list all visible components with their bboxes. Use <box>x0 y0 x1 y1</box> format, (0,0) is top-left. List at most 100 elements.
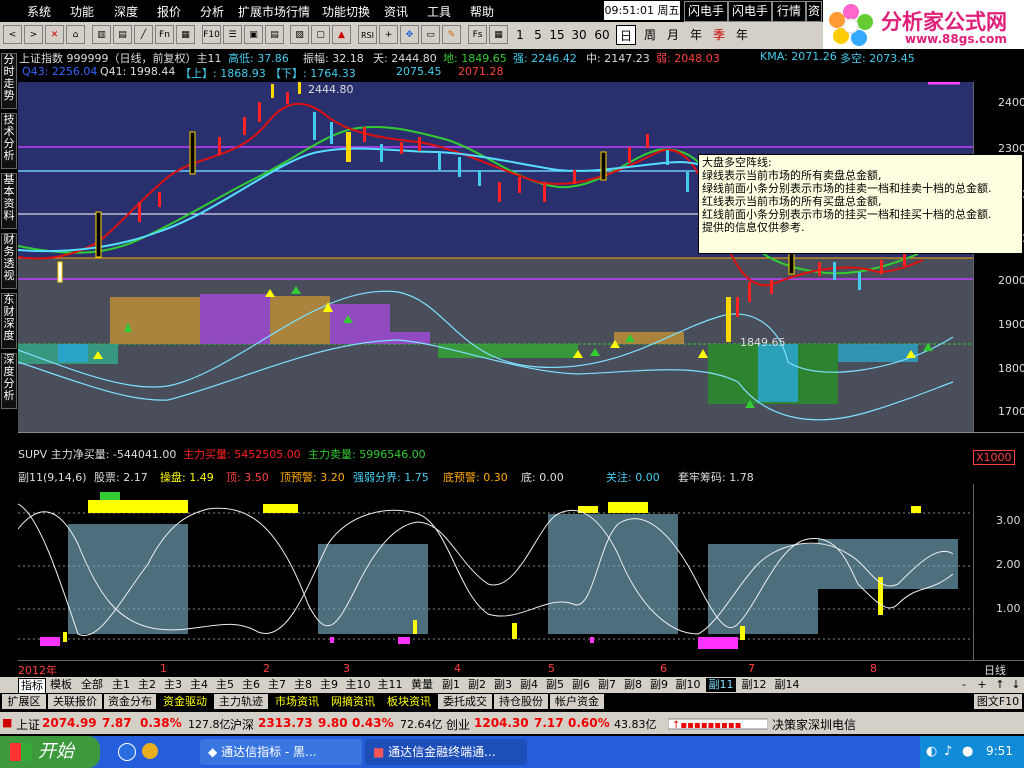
tab-fundamentals[interactable]: 基本资料 <box>1 173 17 229</box>
tab-extension[interactable]: 扩展区 <box>2 694 46 709</box>
scroll-down-icon[interactable]: ↓ <box>1009 678 1023 692</box>
refresh-icon[interactable]: ✕ <box>45 25 64 44</box>
zoom-out-icon[interactable]: - <box>957 678 971 692</box>
tab-depth-analysis[interactable]: 深度分析 <box>1 353 17 409</box>
tab-financials[interactable]: 财务透视 <box>1 233 17 289</box>
tab-sub9[interactable]: 副9 <box>647 678 671 692</box>
tab-main5[interactable]: 主5 <box>213 678 237 692</box>
tab-sub6[interactable]: 副6 <box>569 678 593 692</box>
doc-icon[interactable]: ▤ <box>265 25 284 44</box>
menu-analysis[interactable]: 分析 <box>200 3 224 20</box>
period-60m[interactable]: 60 <box>591 25 613 45</box>
list-icon[interactable]: ☰ <box>223 25 242 44</box>
home-icon[interactable]: ⌂ <box>66 25 85 44</box>
tray-sound-icon[interactable]: ♪ <box>944 744 952 759</box>
tab-web-digest[interactable]: 网摘资讯 <box>326 694 380 709</box>
quote-button[interactable]: 行情 <box>772 1 806 22</box>
menu-news[interactable]: 资讯 <box>384 3 408 20</box>
tab-account-funds[interactable]: 帐户资金 <box>550 694 604 709</box>
tab-main1[interactable]: 主1 <box>109 678 133 692</box>
tab-fund-driver[interactable]: 资金驱动 <box>158 694 212 709</box>
tab-orders[interactable]: 委托成交 <box>438 694 492 709</box>
tab-eastmoney-depth[interactable]: 东财深度 <box>1 293 17 349</box>
forward-icon[interactable]: > <box>24 25 43 44</box>
price-chart[interactable]: 2444.80 1849.65 <box>18 82 973 432</box>
tab-sub11[interactable]: 副11 <box>706 678 736 692</box>
menu-func-switch[interactable]: 功能切换 <box>322 3 370 20</box>
tab-sub14[interactable]: 副14 <box>772 678 802 692</box>
tab-sub12[interactable]: 副12 <box>739 678 769 692</box>
back-icon[interactable]: < <box>3 25 22 44</box>
move-icon[interactable]: ✥ <box>400 25 419 44</box>
f5-button[interactable]: Fs <box>468 25 487 44</box>
period-15m[interactable]: 15 <box>547 25 567 45</box>
menu-depth[interactable]: 深度 <box>114 3 138 20</box>
period-1m[interactable]: 1 <box>511 25 529 45</box>
tab-sub7[interactable]: 副7 <box>595 678 619 692</box>
tray-network-icon[interactable]: ◐ <box>926 744 937 759</box>
fn-button[interactable]: Fn <box>155 25 174 44</box>
period-week[interactable]: 周 <box>640 25 660 45</box>
tab-related-quotes[interactable]: 关联报价 <box>48 694 102 709</box>
tab-main6[interactable]: 主6 <box>239 678 263 692</box>
window-icon[interactable]: ▢ <box>311 25 330 44</box>
tab-sub2[interactable]: 副2 <box>465 678 489 692</box>
zoom-in-icon[interactable]: + <box>379 25 398 44</box>
news-button[interactable]: 资 <box>806 1 822 22</box>
tray-app-icon[interactable]: ● <box>962 744 973 759</box>
tab-sub1[interactable]: 副1 <box>439 678 463 692</box>
task-button-2[interactable]: ■ 通达信金融终端通... <box>365 739 527 765</box>
tab-sub8[interactable]: 副8 <box>621 678 645 692</box>
lock-icon[interactable]: ▭ <box>421 25 440 44</box>
period-5m[interactable]: 5 <box>529 25 547 45</box>
tab-all[interactable]: 全部 <box>78 678 106 692</box>
tab-holdings[interactable]: 持仓股份 <box>494 694 548 709</box>
task-button-1[interactable]: ◆ 通达信指标 - 黑... <box>200 739 362 765</box>
flash-trade-button-2[interactable]: 闪电手 <box>728 1 772 22</box>
bar-icon[interactable]: ▤ <box>113 25 132 44</box>
grid-icon[interactable]: ▦ <box>176 25 195 44</box>
menu-tools[interactable]: 工具 <box>427 3 451 20</box>
tab-main4[interactable]: 主4 <box>187 678 211 692</box>
tab-yellow-vol[interactable]: 黄量 <box>408 678 436 692</box>
tab-sector-news[interactable]: 板块资讯 <box>382 694 436 709</box>
tab-template[interactable]: 模板 <box>47 678 75 692</box>
scroll-up-icon[interactable]: ↑ <box>993 678 1007 692</box>
menu-function[interactable]: 功能 <box>70 3 94 20</box>
period-30m[interactable]: 30 <box>569 25 589 45</box>
tab-sub5[interactable]: 副5 <box>543 678 567 692</box>
tab-technical[interactable]: 技术分析 <box>1 113 17 169</box>
menu-quote[interactable]: 报价 <box>157 3 181 20</box>
tab-fund-distribution[interactable]: 资金分布 <box>104 694 156 709</box>
period-year-1[interactable]: 年 <box>686 25 706 45</box>
tab-market-news[interactable]: 市场资讯 <box>270 694 324 709</box>
tab-main-track[interactable]: 主力轨迹 <box>214 694 268 709</box>
zoom-in-small-icon[interactable]: + <box>975 678 989 692</box>
period-day[interactable]: 日 <box>616 25 636 45</box>
period-month[interactable]: 月 <box>663 25 683 45</box>
start-button[interactable]: 开始 <box>0 736 100 768</box>
f10-button[interactable]: F10 <box>202 25 221 44</box>
quicklaunch-app-icon[interactable] <box>142 743 158 759</box>
tab-main2[interactable]: 主2 <box>135 678 159 692</box>
min-chart-icon[interactable]: ▦ <box>489 25 508 44</box>
quicklaunch-ie-icon[interactable] <box>118 743 136 761</box>
flash-trade-button-1[interactable]: 闪电手 <box>684 1 728 22</box>
menu-system[interactable]: 系统 <box>27 3 51 20</box>
tab-main10[interactable]: 主10 <box>343 678 373 692</box>
candle-icon[interactable]: ▥ <box>92 25 111 44</box>
period-year-2[interactable]: 年 <box>732 25 752 45</box>
tab-sub4[interactable]: 副4 <box>517 678 541 692</box>
line-icon[interactable]: ╱ <box>134 25 153 44</box>
tab-sub10[interactable]: 副10 <box>673 678 703 692</box>
tab-main8[interactable]: 主8 <box>291 678 315 692</box>
tab-f10[interactable]: 图文F10 <box>974 694 1022 709</box>
rsi-button[interactable]: RSI <box>358 25 377 44</box>
menu-ext-market[interactable]: 扩展市场行情 <box>238 3 310 20</box>
pen-icon[interactable]: ✎ <box>442 25 461 44</box>
tab-minute-trend[interactable]: 分时走势 <box>1 53 17 109</box>
menu-help[interactable]: 帮助 <box>470 3 494 20</box>
tab-main9[interactable]: 主9 <box>317 678 341 692</box>
tab-main11[interactable]: 主11 <box>375 678 405 692</box>
stock-icon[interactable]: ▧ <box>290 25 309 44</box>
